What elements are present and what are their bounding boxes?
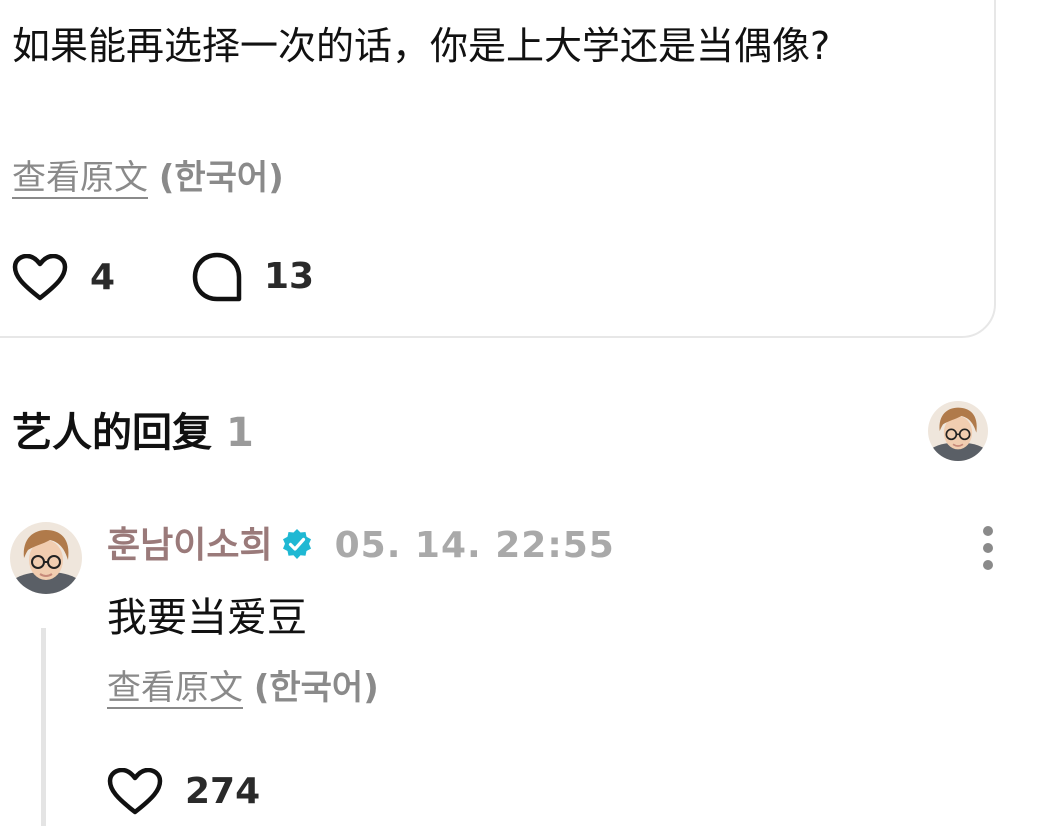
artist-replies-heading: 艺人的回复 1 (12, 406, 254, 460)
thread-line (41, 628, 46, 826)
post-like-count: 4 (90, 257, 116, 298)
post-comment-button[interactable]: 13 (192, 252, 314, 302)
reply-timestamp: 05. 14. 22:55 (334, 525, 615, 566)
heart-icon (12, 254, 68, 302)
reply-like-count: 274 (185, 771, 261, 812)
comment-bubble-icon (192, 252, 242, 302)
artist-replies-title: 艺人的回复 (12, 410, 212, 456)
post-view-original-link[interactable]: 查看原文 (12, 158, 148, 198)
reply-text: 我要当爱豆 (107, 595, 307, 641)
artist-replies-count: 1 (226, 410, 254, 456)
verified-badge-icon (281, 528, 313, 564)
more-vertical-icon[interactable] (968, 524, 1008, 572)
reply-header: 훈남이소희 05. 14. 22:55 (107, 524, 615, 568)
post-comment-count: 13 (264, 256, 315, 297)
post-view-original: 查看原文 (한국어) (12, 158, 284, 198)
reply-like-button[interactable]: 274 (107, 768, 260, 816)
post-text: 如果能再选择一次的话，你是上大学还是当偶像? (12, 24, 831, 68)
reply-author-avatar[interactable] (10, 522, 82, 594)
post-like-button[interactable]: 4 (12, 254, 115, 302)
reply-original-language: (한국어) (253, 668, 379, 708)
reply-view-original: 查看原文 (한국어) (107, 668, 379, 708)
reply-author-name[interactable]: 훈남이소희 (107, 524, 273, 568)
artist-avatar-small[interactable] (928, 401, 988, 461)
reply-view-original-link[interactable]: 查看原文 (107, 668, 243, 708)
heart-icon (107, 768, 163, 816)
post-original-language: (한국어) (158, 158, 284, 198)
